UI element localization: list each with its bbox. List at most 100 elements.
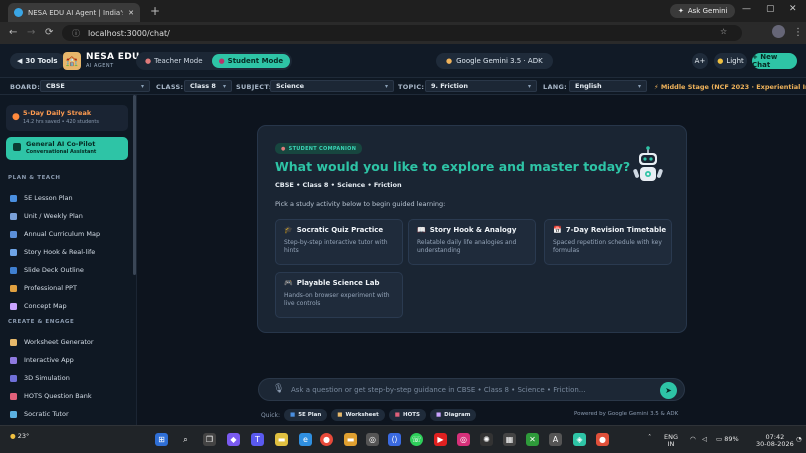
activity-card[interactable]: 🎮 Playable Science Lab Hands-on browser ex…: [275, 272, 403, 318]
instagram-icon[interactable]: ◎: [457, 433, 470, 446]
chip-hots[interactable]: ■ HOTS: [388, 409, 426, 421]
sidebar-item[interactable]: Slide Deck Outline: [10, 265, 84, 275]
chip-diagram[interactable]: ■ Diagram: [429, 409, 477, 421]
sidebar-item[interactable]: Story Hook & Real-life: [10, 247, 95, 257]
close-window-icon[interactable]: ✕: [789, 4, 797, 14]
file-explorer-icon[interactable]: ▬: [275, 433, 288, 446]
volume-icon[interactable]: ◁: [702, 436, 707, 443]
folder-icon[interactable]: ▬: [344, 433, 357, 446]
model-selector[interactable]: ● Google Gemini 3.5 · ADK: [436, 53, 553, 69]
copilot-app-icon[interactable]: ◆: [227, 433, 240, 446]
activity-card[interactable]: 🎓 Socratic Quiz Practice Step-by-step inte…: [275, 219, 403, 265]
headline: What would you like to explore and maste…: [275, 159, 631, 174]
sidebar-item[interactable]: 3D Simulation: [10, 373, 70, 383]
activity-card[interactable]: 📖 Story Hook & Analogy Relatable daily lif…: [408, 219, 536, 265]
teacher-icon: ●: [145, 57, 152, 65]
edge-icon[interactable]: e: [299, 433, 312, 446]
minimize-icon[interactable]: —: [742, 4, 751, 14]
app-red-icon[interactable]: ●: [596, 433, 609, 446]
microphone-icon[interactable]: 🎙: [273, 384, 284, 394]
topic-select[interactable]: 9. Friction ▾: [425, 80, 537, 92]
sidebar-item[interactable]: HOTS Question Bank: [10, 391, 92, 401]
app-header: ◀ 30 Tools 🏫 NESA EDU AI AGENT ● Teacher…: [0, 44, 806, 78]
forward-icon[interactable]: →: [27, 27, 35, 38]
bookmark-star-icon[interactable]: ☆: [720, 27, 727, 36]
activity-card[interactable]: 📅 7-Day Revision Timetable Spaced repetiti…: [544, 219, 672, 265]
class-select[interactable]: Class 8 ▾: [184, 80, 232, 92]
browser-menu-icon[interactable]: ⋮: [793, 27, 803, 38]
notification-icon[interactable]: ◔: [796, 436, 802, 443]
wifi-icon[interactable]: ◠: [690, 436, 696, 443]
address-bar[interactable]: ⓘ localhost:3000/chat/: [62, 25, 742, 41]
tab-close-icon[interactable]: ✕: [128, 9, 134, 17]
activity-title: Story Hook & Analogy: [429, 226, 517, 234]
chrome-icon[interactable]: ●: [320, 433, 333, 446]
sidebar-scrollbar[interactable]: [133, 95, 136, 275]
sidebar-item[interactable]: Annual Curriculum Map: [10, 229, 100, 239]
chip-worksheet[interactable]: ■ Worksheet: [331, 409, 385, 421]
app-grid-icon[interactable]: ▦: [503, 433, 516, 446]
theme-toggle[interactable]: ● Light: [714, 53, 747, 69]
battery-indicator[interactable]: ▭ 89%: [716, 436, 739, 443]
sidebar-item[interactable]: 5E Lesson Plan: [10, 193, 73, 203]
ask-gemini-button[interactable]: ✦ Ask Gemini: [670, 4, 736, 18]
weather-widget[interactable]: ● 23°: [10, 432, 29, 440]
site-info-icon[interactable]: ⓘ: [72, 28, 80, 39]
teams-icon[interactable]: T: [251, 433, 264, 446]
chip-5e-plan[interactable]: ■ 5E Plan: [284, 409, 328, 421]
sidebar-item[interactable]: Socratic Tutor: [10, 409, 69, 419]
brand-subtitle: AI AGENT: [86, 63, 114, 69]
app-a-icon[interactable]: A: [549, 433, 562, 446]
tray-chevron-icon[interactable]: ˄: [648, 434, 651, 441]
send-button[interactable]: ➤: [660, 382, 677, 399]
sidebar-item[interactable]: Unit / Weekly Plan: [10, 211, 83, 221]
sidebar-item-label: HOTS Question Bank: [24, 392, 92, 400]
xbox-icon[interactable]: ✕: [526, 433, 539, 446]
reload-icon[interactable]: ⟳: [45, 27, 53, 38]
lang-select[interactable]: English ▾: [569, 80, 647, 92]
maximize-icon[interactable]: ▢: [766, 4, 775, 14]
search-icon[interactable]: ⌕: [179, 433, 192, 446]
whatsapp-icon[interactable]: ☏: [410, 433, 423, 446]
tools-button[interactable]: ◀ 30 Tools: [10, 53, 65, 69]
activity-title: 7-Day Revision Timetable: [565, 226, 667, 234]
clock[interactable]: 07:42 30-08-2026: [756, 434, 794, 448]
logo-icon: 🏫: [63, 52, 81, 70]
lang-label: LANG:: [543, 83, 568, 91]
sidebar-item[interactable]: Professional PPT: [10, 283, 77, 293]
task-view-icon[interactable]: ❐: [203, 433, 216, 446]
activity-title-row: 📅 7-Day Revision Timetable: [553, 226, 667, 234]
model-label: Google Gemini 3.5 · ADK: [456, 57, 543, 65]
chat-input[interactable]: [291, 384, 651, 396]
board-select[interactable]: CBSE ▾: [40, 80, 150, 92]
sidebar-item-icon: [10, 212, 17, 220]
sidebar-item[interactable]: Interactive App: [10, 355, 74, 365]
sun-icon: ●: [717, 57, 724, 65]
backpack-icon: ●: [281, 145, 286, 152]
chatgpt-icon[interactable]: ✺: [480, 433, 493, 446]
new-chat-button[interactable]: + New Chat: [752, 53, 797, 69]
browser-tab[interactable]: NESA EDU AI Agent | India's Sm ✕: [8, 3, 140, 22]
font-size-button[interactable]: A+: [692, 53, 708, 69]
back-icon[interactable]: ←: [9, 27, 17, 38]
sidebar-item-label: 3D Simulation: [24, 374, 70, 382]
vscode-icon[interactable]: ⟨⟩: [388, 433, 401, 446]
new-tab-button[interactable]: +: [150, 4, 160, 18]
copilot-button[interactable]: General AI Co-Pilot Conversational Assis…: [6, 137, 128, 160]
language-indicator[interactable]: ENG IN: [664, 434, 678, 448]
browser-app-icon[interactable]: ◈: [573, 433, 586, 446]
sidebar-item[interactable]: Worksheet Generator: [10, 337, 94, 347]
activity-description: Step-by-step interactive tutor with hint…: [284, 239, 388, 254]
youtube-icon[interactable]: ▶: [434, 433, 447, 446]
app-icon[interactable]: ◎: [366, 433, 379, 446]
student-mode-button[interactable]: ● Student Mode: [211, 54, 291, 68]
chip-label: 5E Plan: [298, 412, 322, 418]
subject-select[interactable]: Science ▾: [270, 80, 394, 92]
profile-avatar[interactable]: [772, 25, 785, 38]
sidebar-item-label: Annual Curriculum Map: [24, 230, 101, 238]
teacher-mode-button[interactable]: ● Teacher Mode: [138, 54, 210, 68]
lang-value: English: [575, 82, 602, 90]
sidebar-item[interactable]: Concept Map: [10, 301, 67, 311]
favicon-icon: [14, 8, 23, 17]
start-icon[interactable]: ⊞: [155, 433, 168, 446]
